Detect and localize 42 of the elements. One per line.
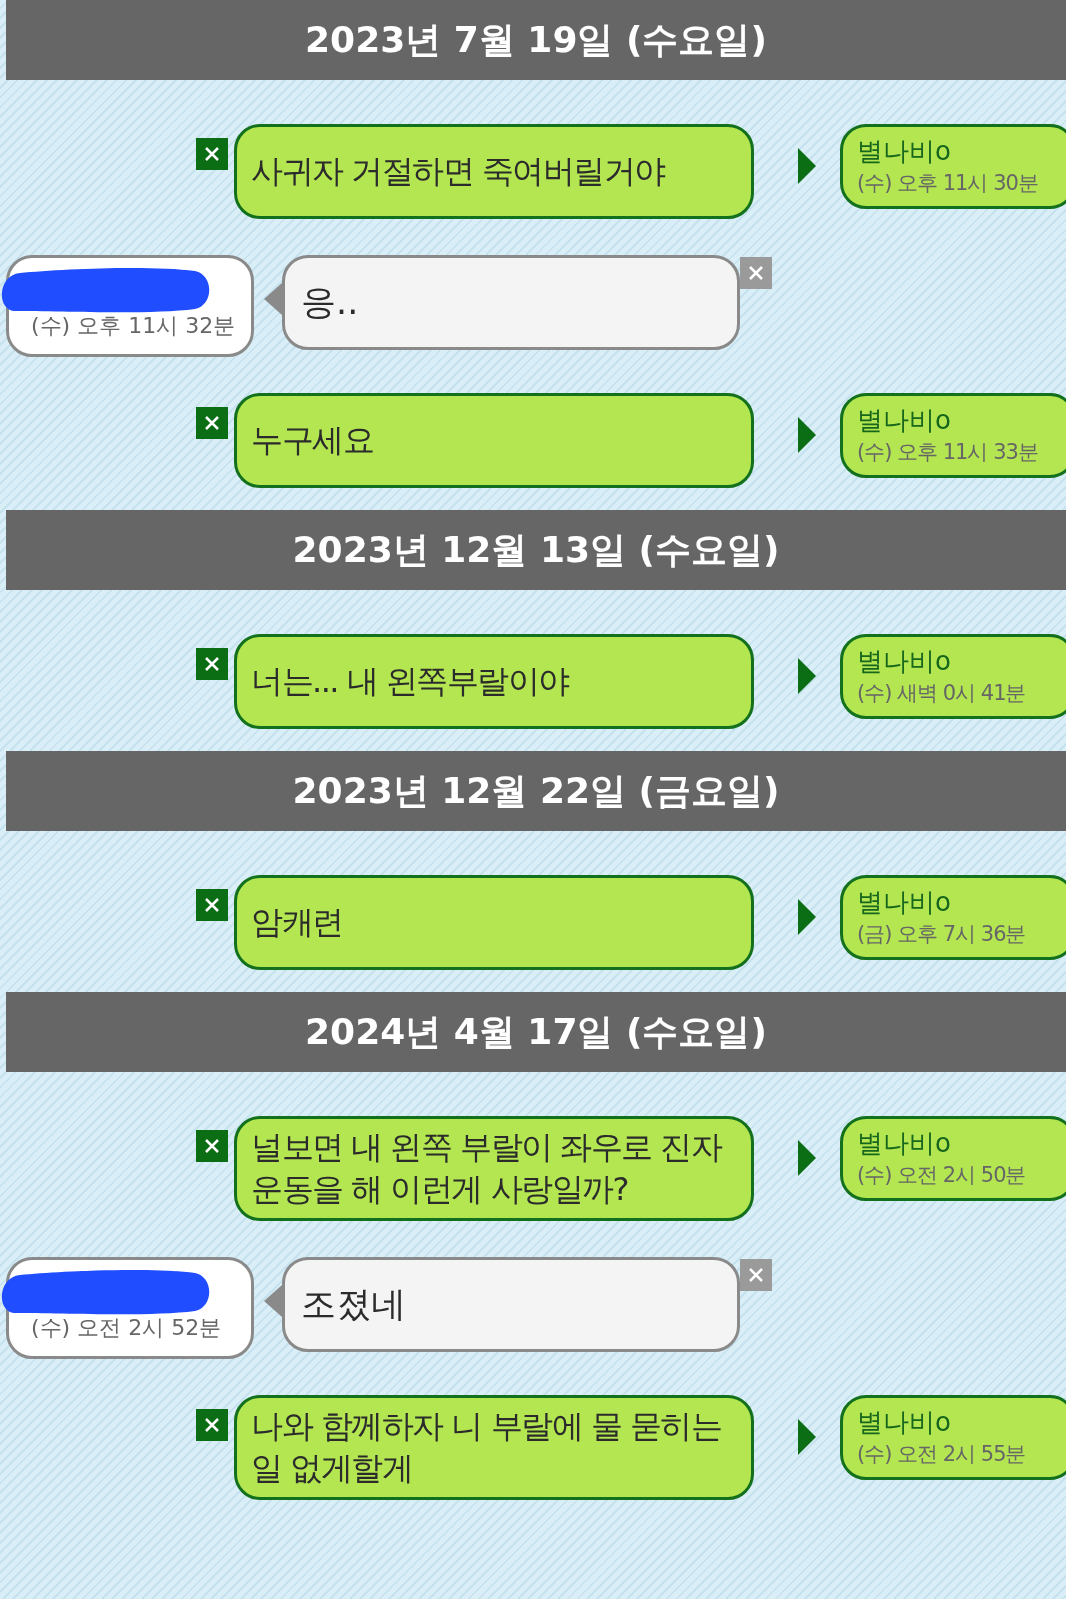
message-time: (수) 오전 2시 55분 xyxy=(857,1441,1027,1468)
close-icon[interactable] xyxy=(196,407,228,439)
message-bubble: 너는... 내 왼쪽부랄이야 xyxy=(234,634,754,729)
arrow-icon xyxy=(798,899,816,935)
message-time: (수) 새벽 0시 41분 xyxy=(857,679,1027,707)
close-icon[interactable] xyxy=(740,1259,772,1292)
message-bubble: 응.. xyxy=(282,255,740,350)
message-time: (금) 오후 7시 36분 xyxy=(857,920,1027,948)
message-bubble: 널보면 내 왼쪽 부랄이 좌우로 진자운동을 해 이런게 사랑일까? xyxy=(234,1116,754,1222)
close-icon[interactable] xyxy=(196,138,228,170)
pointer-icon xyxy=(264,283,282,315)
sender-name: 별나비o xyxy=(857,645,952,678)
message-bubble: 나와 함께하자 니 부랄에 물 묻히는일 없게할게 xyxy=(234,1395,754,1501)
sender-name: 별나비o xyxy=(857,135,952,168)
close-icon[interactable] xyxy=(196,1130,228,1162)
sender-name: 별나비o xyxy=(857,886,952,919)
close-icon[interactable] xyxy=(740,257,772,289)
pointer-icon xyxy=(264,1285,282,1318)
message-time: (수) 오전 2시 50분 xyxy=(857,1161,1027,1189)
date-header: 2024년 4월 17일 (수요일) xyxy=(6,992,1066,1072)
arrow-icon xyxy=(798,148,816,184)
sender-name: 별나비o xyxy=(857,404,952,437)
date-header: 2023년 12월 13일 (수요일) xyxy=(6,510,1066,590)
close-icon[interactable] xyxy=(196,648,228,680)
message-bubble: 사귀자 거절하면 죽여버릴거야 xyxy=(234,124,754,219)
sender-name: 별나비o xyxy=(857,1406,952,1440)
message-bubble: 누구세요 xyxy=(234,393,754,488)
date-header: 2023년 12월 22일 (금요일) xyxy=(6,751,1066,831)
arrow-icon xyxy=(798,417,816,453)
message-bubble: 조졌네 xyxy=(282,1257,740,1353)
close-icon[interactable] xyxy=(196,889,228,921)
message-time: (수) 오후 11시 30분 xyxy=(857,169,1039,197)
close-icon[interactable] xyxy=(196,1409,228,1442)
arrow-icon xyxy=(798,658,816,694)
message-bubble: 암캐련 xyxy=(234,875,754,970)
date-header: 2023년 7월 19일 (수요일) xyxy=(6,0,1066,80)
arrow-icon xyxy=(798,1419,816,1456)
sender-name: 별나비o xyxy=(857,1127,952,1160)
arrow-icon xyxy=(798,1140,816,1176)
message-time: (수) 오후 11시 32분 xyxy=(31,312,237,340)
message-time: (수) 오후 11시 33분 xyxy=(857,438,1039,466)
message-time: (수) 오전 2시 52분 xyxy=(31,1314,223,1343)
